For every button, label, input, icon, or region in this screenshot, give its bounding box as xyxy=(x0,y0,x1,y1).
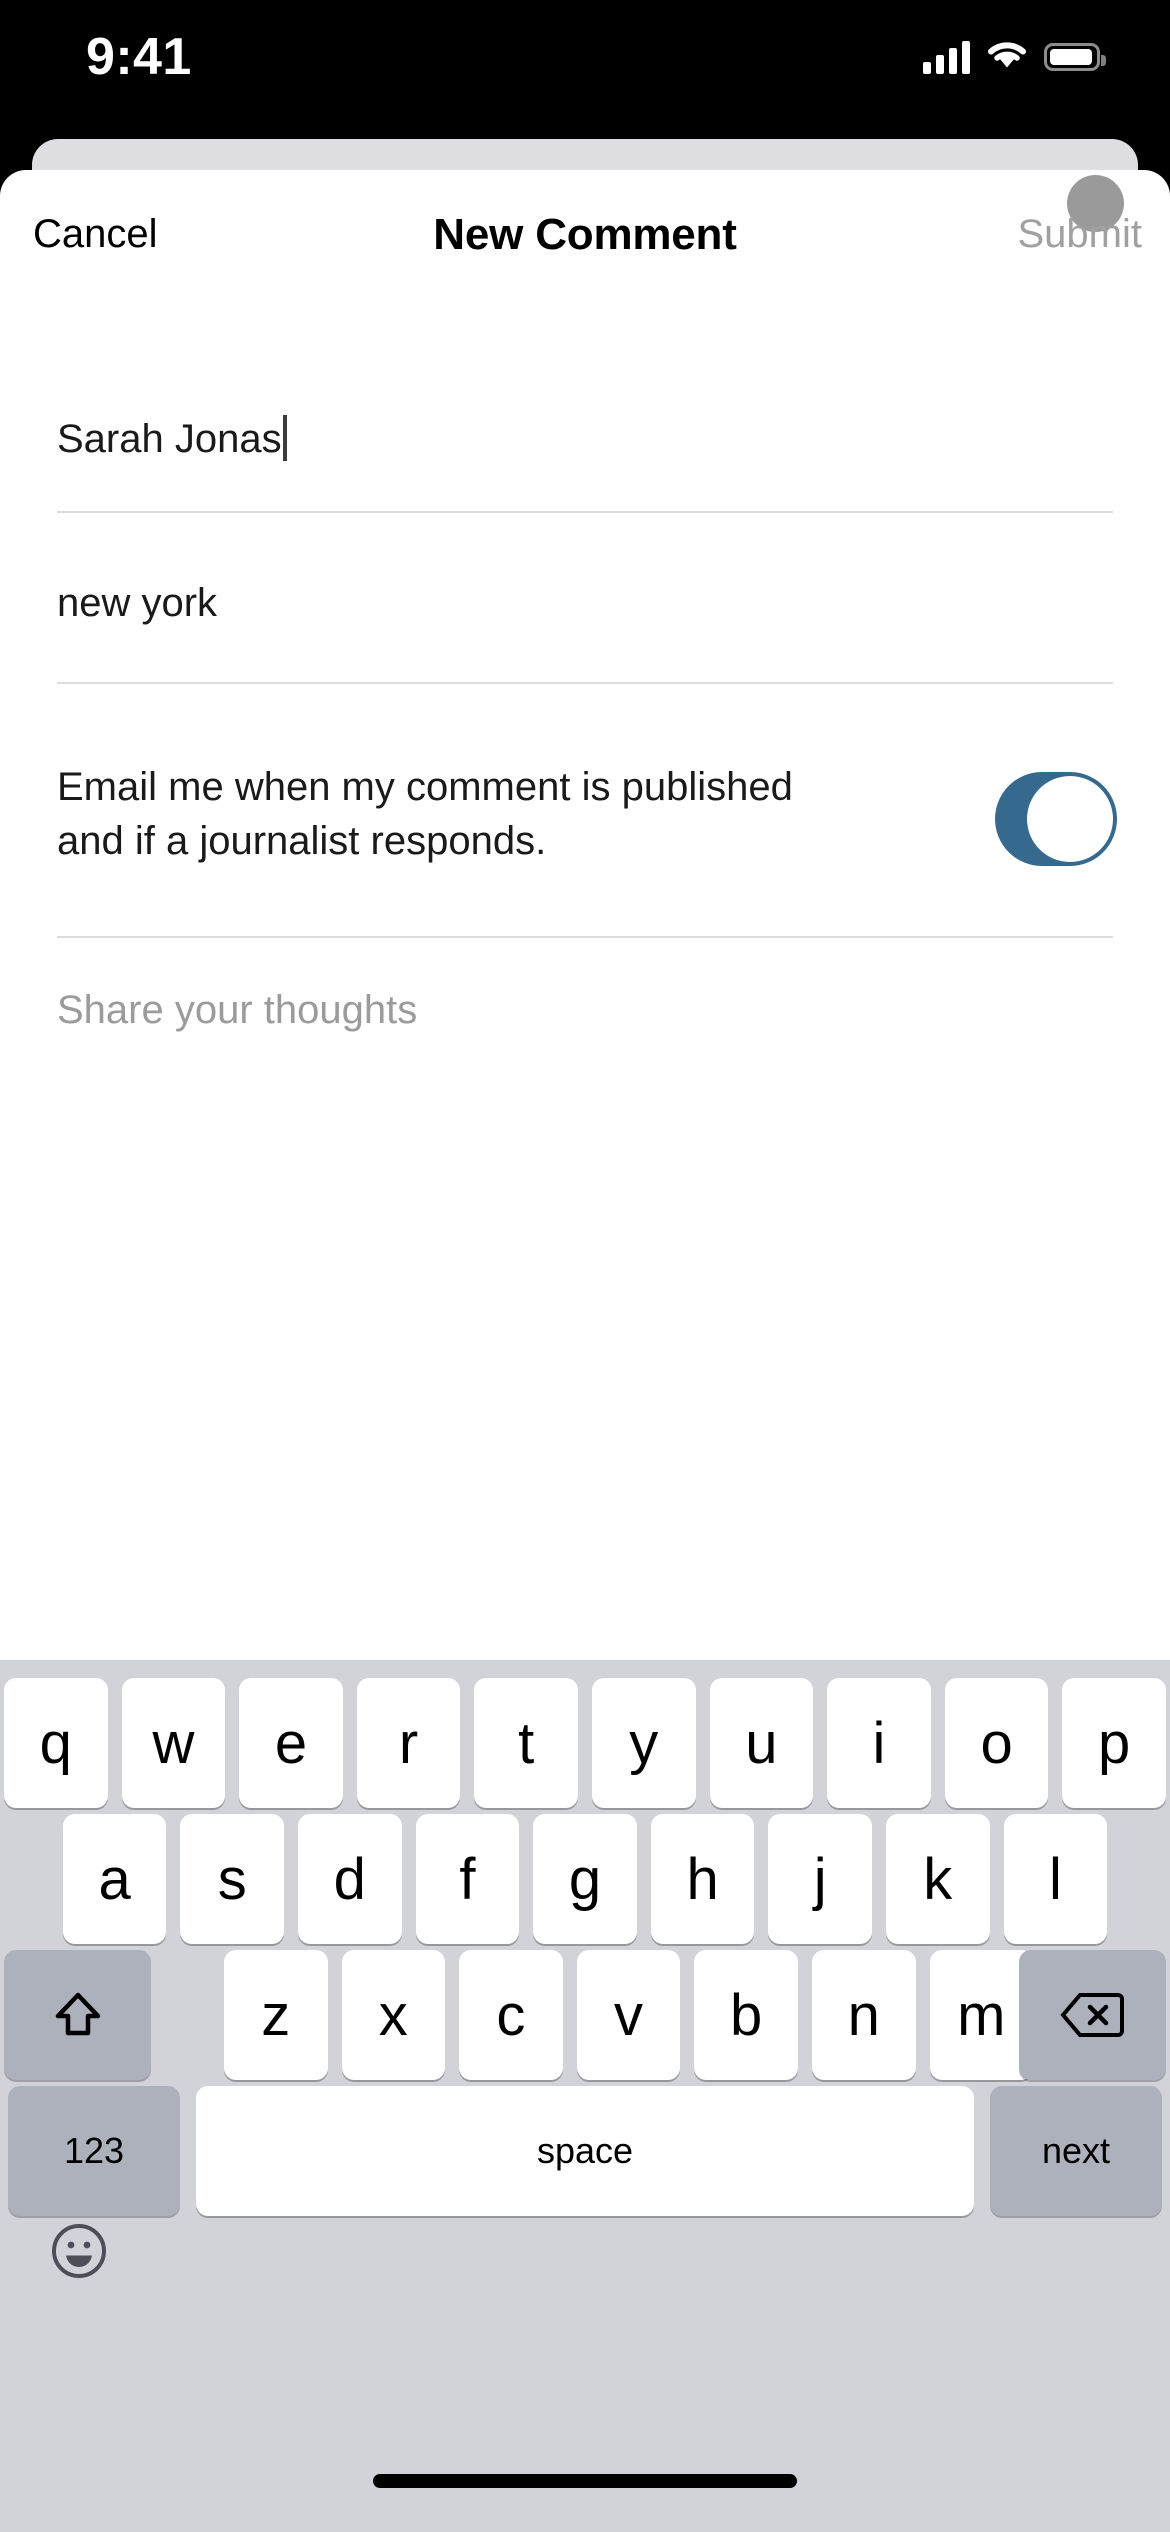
key-v[interactable]: v xyxy=(576,1950,681,2080)
shift-key[interactable] xyxy=(4,1950,152,2080)
key-m-label: m xyxy=(957,1982,1006,2048)
name-input[interactable]: Sarah Jonas xyxy=(57,415,287,462)
notify-label: Email me when my comment is published an… xyxy=(57,765,793,863)
keyboard-row-3: zxcvbnm xyxy=(0,1950,1170,2080)
key-h-label: h xyxy=(686,1846,719,1912)
key-q-label: q xyxy=(39,1710,72,1776)
key-s-label: s xyxy=(217,1846,247,1912)
key-t[interactable]: t xyxy=(474,1678,578,1808)
shift-arrow-icon xyxy=(55,1992,100,2036)
key-b[interactable]: b xyxy=(694,1950,798,2080)
key-r[interactable]: r xyxy=(356,1678,461,1808)
key-f[interactable]: f xyxy=(415,1814,520,1944)
key-s[interactable]: s xyxy=(180,1814,284,1944)
return-key[interactable]: next xyxy=(990,2086,1162,2216)
battery-icon xyxy=(1044,42,1106,71)
status-bar-time: 9:41 xyxy=(86,28,192,86)
onscreen-keyboard: q w e r t y u i o p a s d f g h j k l z x c v b n m 123 space nex… xyxy=(0,1660,1170,2532)
location-input[interactable]: new york xyxy=(57,581,217,626)
notify-toggle[interactable] xyxy=(995,772,1117,866)
key-y-label: y xyxy=(629,1710,659,1776)
new-comment-sheet: Cancel New Comment Submit Sarah Jonas ne… xyxy=(0,170,1170,1660)
key-t-label: t xyxy=(518,1710,535,1776)
emoji-smiley-icon[interactable] xyxy=(50,2222,108,2280)
key-q[interactable]: q xyxy=(4,1678,108,1808)
backspace-delete-icon xyxy=(1060,1993,1125,2037)
key-n-label: n xyxy=(847,1982,880,2048)
key-v-label: v xyxy=(614,1982,643,2048)
key-p-label: p xyxy=(1098,1710,1131,1776)
key-a-label: a xyxy=(98,1846,131,1912)
key-i-label: i xyxy=(872,1710,886,1776)
key-h[interactable]: h xyxy=(650,1814,755,1944)
key-l-label: l xyxy=(1048,1846,1062,1912)
key-y[interactable]: y xyxy=(592,1678,696,1808)
key-e-label: e xyxy=(274,1710,308,1776)
divider xyxy=(57,682,1113,684)
key-n[interactable]: n xyxy=(811,1950,916,2080)
key-u-label: u xyxy=(745,1710,778,1776)
key-x[interactable]: x xyxy=(341,1950,446,2080)
key-r-label: r xyxy=(398,1710,419,1776)
divider xyxy=(57,936,1113,938)
status-bar-icons xyxy=(923,38,1106,75)
key-j[interactable]: j xyxy=(768,1814,872,1944)
key-f-label: f xyxy=(459,1846,476,1912)
key-i[interactable]: i xyxy=(827,1678,931,1808)
space-key-label: space xyxy=(536,2130,634,2171)
text-cursor xyxy=(282,415,287,461)
return-key-label: next xyxy=(1041,2130,1111,2171)
backspace-key[interactable] xyxy=(1018,1950,1166,2080)
key-g-label: g xyxy=(568,1846,602,1912)
key-g[interactable]: g xyxy=(533,1814,637,1944)
key-d[interactable]: d xyxy=(298,1814,402,1944)
divider xyxy=(57,511,1113,513)
key-l[interactable]: l xyxy=(1003,1814,1108,1944)
keyboard-row-2: asdfghjkl xyxy=(0,1814,1170,1944)
key-b-label: b xyxy=(729,1982,763,2048)
key-z[interactable]: z xyxy=(223,1950,328,2080)
key-o-label: o xyxy=(980,1710,1013,1776)
space-key[interactable]: space xyxy=(196,2086,974,2216)
key-a[interactable]: a xyxy=(62,1814,167,1944)
home-indicator-bar xyxy=(373,2474,797,2488)
key-w-label: w xyxy=(152,1710,195,1776)
key-o[interactable]: o xyxy=(944,1678,1049,1808)
page-title: New Comment xyxy=(433,210,737,259)
notify-row: Email me when my comment is published an… xyxy=(57,760,1117,920)
key-m[interactable]: m xyxy=(929,1950,1034,2080)
wifi-icon xyxy=(986,38,1028,75)
name-input-value: Sarah Jonas xyxy=(57,417,282,461)
key-p[interactable]: p xyxy=(1062,1678,1166,1808)
key-c-label: c xyxy=(496,1982,526,2048)
keyboard-row-4: 123 space next xyxy=(0,2086,1170,2216)
key-z-label: z xyxy=(261,1982,291,2048)
key-w[interactable]: w xyxy=(121,1678,226,1808)
submit-button[interactable]: Submit xyxy=(1018,212,1143,257)
sheet-nav-bar: Cancel New Comment Submit xyxy=(0,170,1170,300)
toggle-knob xyxy=(1027,776,1113,862)
status-bar: 9:41 xyxy=(0,0,1170,140)
numbers-key-label: 123 xyxy=(63,2130,125,2171)
key-d-label: d xyxy=(333,1846,366,1912)
keyboard-row-1: qwertyuiop xyxy=(0,1678,1170,1808)
key-u[interactable]: u xyxy=(709,1678,814,1808)
key-k-label: k xyxy=(923,1846,953,1912)
key-c[interactable]: c xyxy=(459,1950,563,2080)
cellular-bars-icon xyxy=(923,40,970,74)
numbers-key[interactable]: 123 xyxy=(8,2086,180,2216)
key-x-label: x xyxy=(378,1982,408,2048)
key-k[interactable]: k xyxy=(886,1814,990,1944)
key-j-label: j xyxy=(813,1846,827,1912)
comment-textarea-placeholder[interactable]: Share your thoughts xyxy=(57,988,417,1033)
key-e[interactable]: e xyxy=(239,1678,343,1808)
